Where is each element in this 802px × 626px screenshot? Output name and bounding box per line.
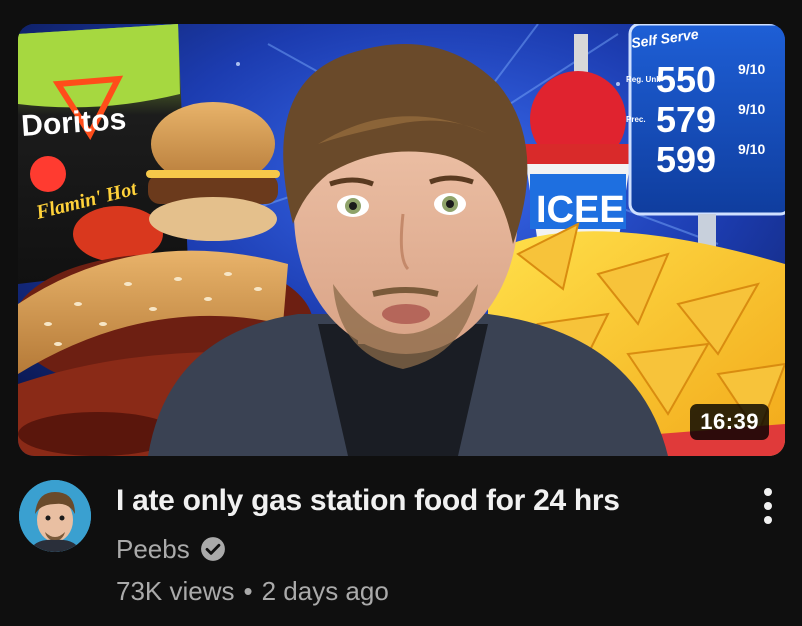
channel-row: Peebs: [116, 530, 226, 568]
more-vertical-icon: [764, 516, 772, 524]
price-row-value: 579: [656, 99, 716, 140]
verified-check-icon: [200, 537, 225, 561]
price-row-label: Prec.: [626, 115, 646, 124]
price-row-frac: 9/10: [738, 141, 765, 157]
avatar-image: [19, 480, 91, 552]
channel-name[interactable]: Peebs: [116, 534, 190, 565]
channel-avatar[interactable]: [19, 480, 91, 552]
croissant-sandwich: [146, 102, 280, 241]
video-meta: 73K views • 2 days ago: [116, 572, 389, 610]
video-card[interactable]: Doritos Flamin' Hot ICEE Self Serve Reg.…: [0, 0, 802, 626]
more-vertical-icon: [764, 502, 772, 510]
video-thumbnail[interactable]: Doritos Flamin' Hot ICEE Self Serve Reg.…: [18, 24, 785, 456]
more-actions-button[interactable]: [752, 484, 784, 528]
price-row-value: 550: [656, 59, 716, 100]
duration-badge: 16:39: [690, 404, 769, 440]
upload-age: 2 days ago: [261, 575, 389, 606]
more-vertical-icon: [764, 488, 772, 496]
video-title[interactable]: I ate only gas station food for 24 hrs: [116, 482, 716, 520]
meta-separator: •: [243, 575, 253, 606]
price-row-frac: 9/10: [738, 101, 765, 117]
price-row-frac: 9/10: [738, 61, 765, 77]
icee-label: ICEE: [536, 189, 625, 231]
price-row-value: 599: [656, 139, 716, 180]
thumbnail-art: Doritos Flamin' Hot ICEE Self Serve Reg.…: [18, 24, 785, 456]
view-count: 73K views: [116, 575, 235, 606]
